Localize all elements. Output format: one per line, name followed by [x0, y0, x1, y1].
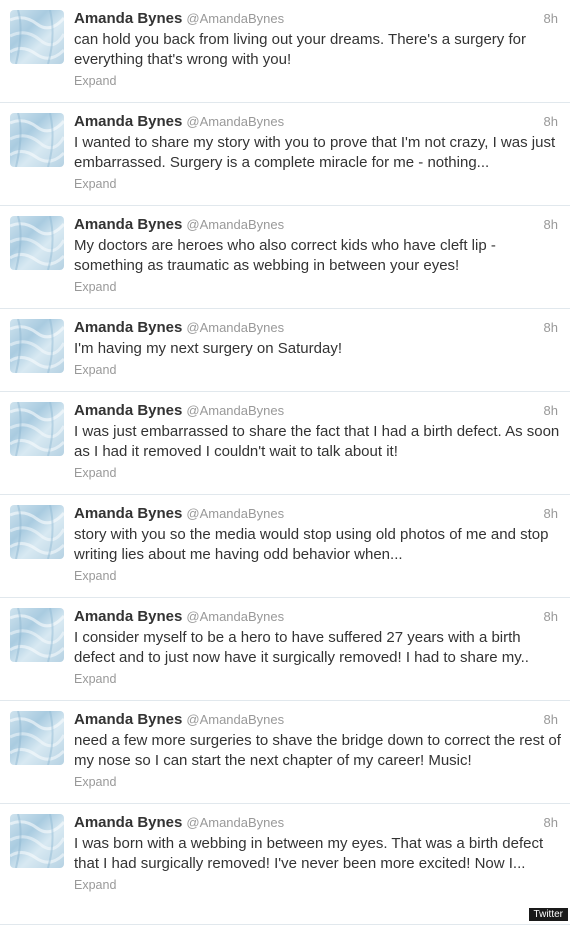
avatar[interactable] [10, 113, 64, 167]
tweet[interactable]: Amanda Bynes @AmandaBynes 8h need a few mor… [0, 701, 570, 804]
expand-link[interactable]: Expand [74, 876, 558, 894]
timestamp[interactable]: 8h [544, 10, 558, 28]
tweet-header: Amanda Bynes @AmandaBynes 8h [74, 814, 558, 832]
expand-link[interactable]: Expand [74, 464, 558, 482]
tweet[interactable]: Amanda Bynes @AmandaBynes 8h I'm having my … [0, 309, 570, 392]
tweet-header: Amanda Bynes @AmandaBynes 8h [74, 505, 558, 523]
tweet[interactable]: Amanda Bynes @AmandaBynes 8h I was born wit… [0, 804, 570, 925]
username[interactable]: @AmandaBynes [186, 506, 284, 521]
tweet-text: story with you so the media would stop u… [74, 526, 549, 563]
avatar[interactable] [10, 711, 64, 765]
avatar[interactable] [10, 402, 64, 456]
display-name[interactable]: Amanda Bynes [74, 814, 182, 831]
tweet-feed: Amanda Bynes @AmandaBynes 8h can hold you b… [0, 0, 570, 925]
avatar[interactable] [10, 505, 64, 559]
avatar[interactable] [10, 216, 64, 270]
tweet[interactable]: Amanda Bynes @AmandaBynes 8h I wanted to sh… [0, 103, 570, 206]
display-name[interactable]: Amanda Bynes [74, 10, 182, 27]
tweet-header: Amanda Bynes @AmandaBynes 8h [74, 216, 558, 234]
tweet-header: Amanda Bynes @AmandaBynes 8h [74, 319, 558, 337]
avatar[interactable] [10, 10, 64, 64]
display-name[interactable]: Amanda Bynes [74, 319, 182, 336]
expand-link[interactable]: Expand [74, 278, 558, 296]
tweet-header: Amanda Bynes @AmandaBynes 8h [74, 608, 558, 626]
expand-link[interactable]: Expand [74, 361, 558, 379]
tweet-text: My doctors are heroes who also correct k… [74, 237, 496, 274]
avatar[interactable] [10, 319, 64, 373]
tweet[interactable]: Amanda Bynes @AmandaBynes 8h I consider mys… [0, 598, 570, 701]
tweet-header: Amanda Bynes @AmandaBynes 8h [74, 10, 558, 28]
image-credit: Twitter [528, 908, 568, 921]
timestamp[interactable]: 8h [544, 402, 558, 420]
display-name[interactable]: Amanda Bynes [74, 402, 182, 419]
display-name[interactable]: Amanda Bynes [74, 216, 182, 233]
timestamp[interactable]: 8h [544, 608, 558, 626]
username[interactable]: @AmandaBynes [186, 609, 284, 624]
tweet[interactable]: Amanda Bynes @AmandaBynes 8h My doctors are… [0, 206, 570, 309]
tweet-header: Amanda Bynes @AmandaBynes 8h [74, 711, 558, 729]
tweet[interactable]: Amanda Bynes @AmandaBynes 8h I was just emb… [0, 392, 570, 495]
timestamp[interactable]: 8h [544, 505, 558, 523]
avatar[interactable] [10, 814, 64, 868]
tweet-text: I wanted to share my story with you to p… [74, 134, 556, 171]
timestamp[interactable]: 8h [544, 113, 558, 131]
expand-link[interactable]: Expand [74, 670, 558, 688]
display-name[interactable]: Amanda Bynes [74, 505, 182, 522]
tweet[interactable]: Amanda Bynes @AmandaBynes 8h can hold you b… [0, 0, 570, 103]
timestamp[interactable]: 8h [544, 216, 558, 234]
expand-link[interactable]: Expand [74, 773, 558, 791]
expand-link[interactable]: Expand [74, 567, 558, 585]
tweet-text: I consider myself to be a hero to have s… [74, 629, 529, 666]
expand-link[interactable]: Expand [74, 72, 558, 90]
username[interactable]: @AmandaBynes [186, 11, 284, 26]
timestamp[interactable]: 8h [544, 814, 558, 832]
tweet-header: Amanda Bynes @AmandaBynes 8h [74, 113, 558, 131]
tweet-text: can hold you back from living out your d… [74, 31, 526, 68]
tweet[interactable]: Amanda Bynes @AmandaBynes 8h story with you… [0, 495, 570, 598]
display-name[interactable]: Amanda Bynes [74, 113, 182, 130]
tweet-text: I'm having my next surgery on Saturday! [74, 340, 342, 357]
username[interactable]: @AmandaBynes [186, 712, 284, 727]
username[interactable]: @AmandaBynes [186, 403, 284, 418]
display-name[interactable]: Amanda Bynes [74, 711, 182, 728]
tweet-text: need a few more surgeries to shave the b… [74, 732, 561, 769]
username[interactable]: @AmandaBynes [186, 114, 284, 129]
username[interactable]: @AmandaBynes [186, 217, 284, 232]
timestamp[interactable]: 8h [544, 319, 558, 337]
timestamp[interactable]: 8h [544, 711, 558, 729]
username[interactable]: @AmandaBynes [186, 815, 284, 830]
tweet-text: I was just embarrassed to share the fact… [74, 423, 560, 460]
display-name[interactable]: Amanda Bynes [74, 608, 182, 625]
tweet-header: Amanda Bynes @AmandaBynes 8h [74, 402, 558, 420]
avatar[interactable] [10, 608, 64, 662]
expand-link[interactable]: Expand [74, 175, 558, 193]
tweet-text: I was born with a webbing in between my … [74, 835, 544, 872]
username[interactable]: @AmandaBynes [186, 320, 284, 335]
